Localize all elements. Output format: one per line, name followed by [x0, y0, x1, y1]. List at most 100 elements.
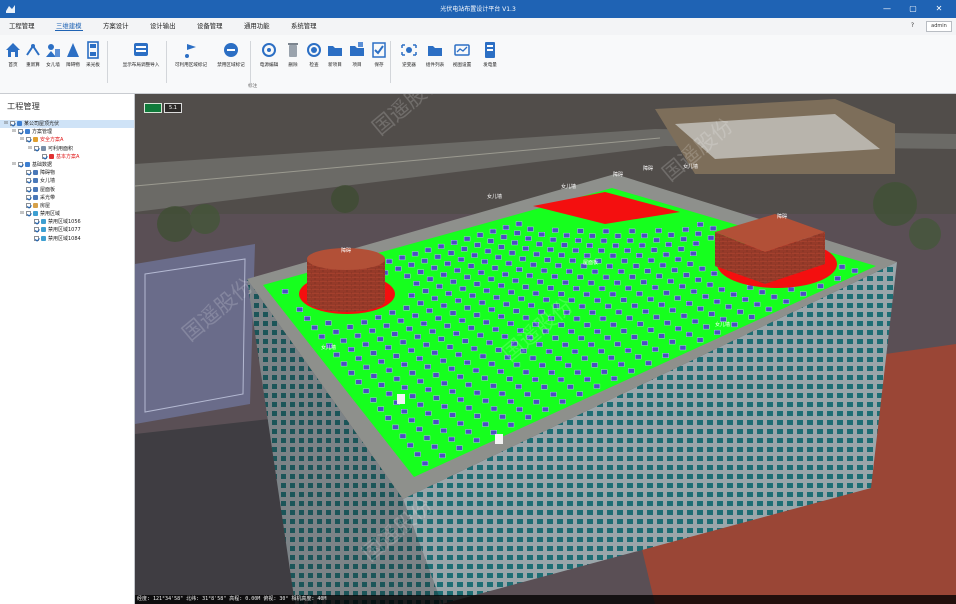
pv-panel[interactable] [516, 406, 523, 412]
pv-panel[interactable] [473, 312, 481, 318]
pv-panel[interactable] [375, 314, 382, 320]
tree-checkbox[interactable] [34, 235, 39, 241]
pv-panel[interactable] [504, 354, 511, 360]
pv-panel[interactable] [558, 322, 565, 328]
pv-panel[interactable] [629, 274, 636, 280]
pv-panel[interactable] [473, 281, 481, 287]
pv-panel[interactable] [406, 326, 413, 332]
tree-checkbox[interactable] [34, 227, 39, 233]
pv-panel[interactable] [695, 231, 702, 237]
pv-panel[interactable] [526, 335, 534, 341]
pv-panel[interactable] [391, 331, 398, 337]
pv-panel[interactable] [635, 354, 642, 360]
pv-panel[interactable] [474, 413, 481, 419]
pv-panel[interactable] [462, 338, 469, 344]
pv-panel[interactable] [587, 280, 595, 286]
pv-panel[interactable] [532, 377, 539, 382]
pv-panel[interactable] [682, 227, 689, 233]
tree-checkbox[interactable] [26, 186, 31, 192]
pv-panel[interactable] [478, 300, 486, 306]
pv-panel[interactable] [571, 349, 579, 355]
pv-panel[interactable] [625, 285, 632, 291]
ribbon-power-edit-button[interactable]: 电源编辑 [256, 39, 282, 79]
pv-panel[interactable] [662, 252, 670, 258]
pv-panel[interactable] [457, 374, 464, 380]
pv-panel[interactable] [398, 255, 406, 261]
tree-checkbox[interactable] [26, 194, 31, 200]
pv-panel[interactable] [401, 409, 408, 414]
pv-panel[interactable] [465, 405, 473, 411]
pv-panel[interactable] [455, 352, 462, 358]
pv-panel[interactable] [838, 264, 846, 270]
tree-node[interactable]: ⊟ 某公司屋顶光伏 [0, 120, 134, 129]
pv-panel[interactable] [425, 410, 432, 416]
pv-panel[interactable] [515, 384, 522, 390]
pv-panel[interactable] [714, 329, 721, 335]
pv-panel[interactable] [423, 342, 430, 348]
pv-panel[interactable] [702, 294, 709, 300]
pv-panel[interactable] [655, 228, 662, 234]
pv-panel[interactable] [632, 263, 640, 269]
pv-panel[interactable] [667, 278, 674, 284]
tree-checkbox[interactable] [26, 137, 31, 143]
pv-panel[interactable] [347, 347, 355, 353]
pv-panel[interactable] [631, 334, 638, 340]
pv-panel[interactable] [448, 366, 455, 372]
pv-panel[interactable] [464, 274, 471, 280]
pv-panel[interactable] [621, 258, 628, 264]
pv-panel[interactable] [517, 328, 524, 334]
pv-panel[interactable] [566, 268, 573, 274]
pv-panel[interactable] [483, 319, 490, 325]
pv-panel[interactable] [581, 355, 588, 361]
pv-panel[interactable] [664, 320, 671, 326]
pv-panel[interactable] [370, 373, 378, 379]
pv-panel[interactable] [487, 276, 495, 282]
pv-panel[interactable] [401, 385, 408, 390]
pv-panel[interactable] [355, 355, 363, 361]
pv-panel[interactable] [647, 327, 655, 333]
pv-panel[interactable] [492, 326, 499, 332]
pv-panel[interactable] [614, 341, 621, 347]
pv-panel[interactable] [449, 310, 457, 316]
pv-panel[interactable] [403, 305, 410, 311]
pv-panel[interactable] [548, 315, 555, 321]
pv-panel[interactable] [498, 283, 505, 289]
pv-panel[interactable] [465, 382, 472, 388]
pv-panel[interactable] [483, 288, 490, 294]
pv-panel[interactable] [472, 367, 480, 373]
pv-panel[interactable] [495, 254, 502, 260]
pv-panel[interactable] [498, 244, 505, 250]
ribbon-generation-button[interactable]: 发电量 [477, 39, 503, 79]
pv-panel[interactable] [453, 330, 460, 336]
pv-panel[interactable] [544, 257, 551, 263]
pv-panel[interactable] [447, 250, 455, 256]
pv-panel[interactable] [499, 414, 506, 420]
pv-panel[interactable] [604, 335, 611, 341]
maximize-button[interactable]: ▢ [900, 0, 926, 18]
pv-panel[interactable] [541, 384, 548, 390]
pv-panel[interactable] [642, 308, 649, 314]
pv-panel[interactable] [533, 251, 540, 257]
pv-panel[interactable] [638, 242, 646, 248]
pv-panel[interactable] [686, 300, 693, 306]
pv-panel[interactable] [444, 323, 451, 329]
pv-panel[interactable] [620, 297, 627, 303]
pv-panel[interactable] [573, 285, 580, 291]
pv-panel[interactable] [538, 231, 545, 237]
pv-panel[interactable] [659, 262, 667, 268]
pv-panel[interactable] [758, 289, 766, 295]
pv-panel[interactable] [432, 419, 440, 425]
pv-panel[interactable] [507, 399, 514, 404]
pv-panel[interactable] [800, 291, 807, 297]
pv-panel[interactable] [628, 228, 636, 234]
tree-checkbox[interactable] [18, 129, 23, 135]
pv-panel[interactable] [437, 243, 445, 249]
pv-panel[interactable] [787, 286, 795, 292]
pv-panel[interactable] [421, 258, 428, 264]
pv-panel[interactable] [589, 233, 596, 239]
pv-panel[interactable] [463, 236, 471, 242]
pv-panel[interactable] [354, 333, 362, 339]
pv-panel[interactable] [522, 245, 529, 251]
pv-panel[interactable] [707, 235, 715, 241]
tree-node[interactable]: 采光带 [0, 194, 134, 202]
